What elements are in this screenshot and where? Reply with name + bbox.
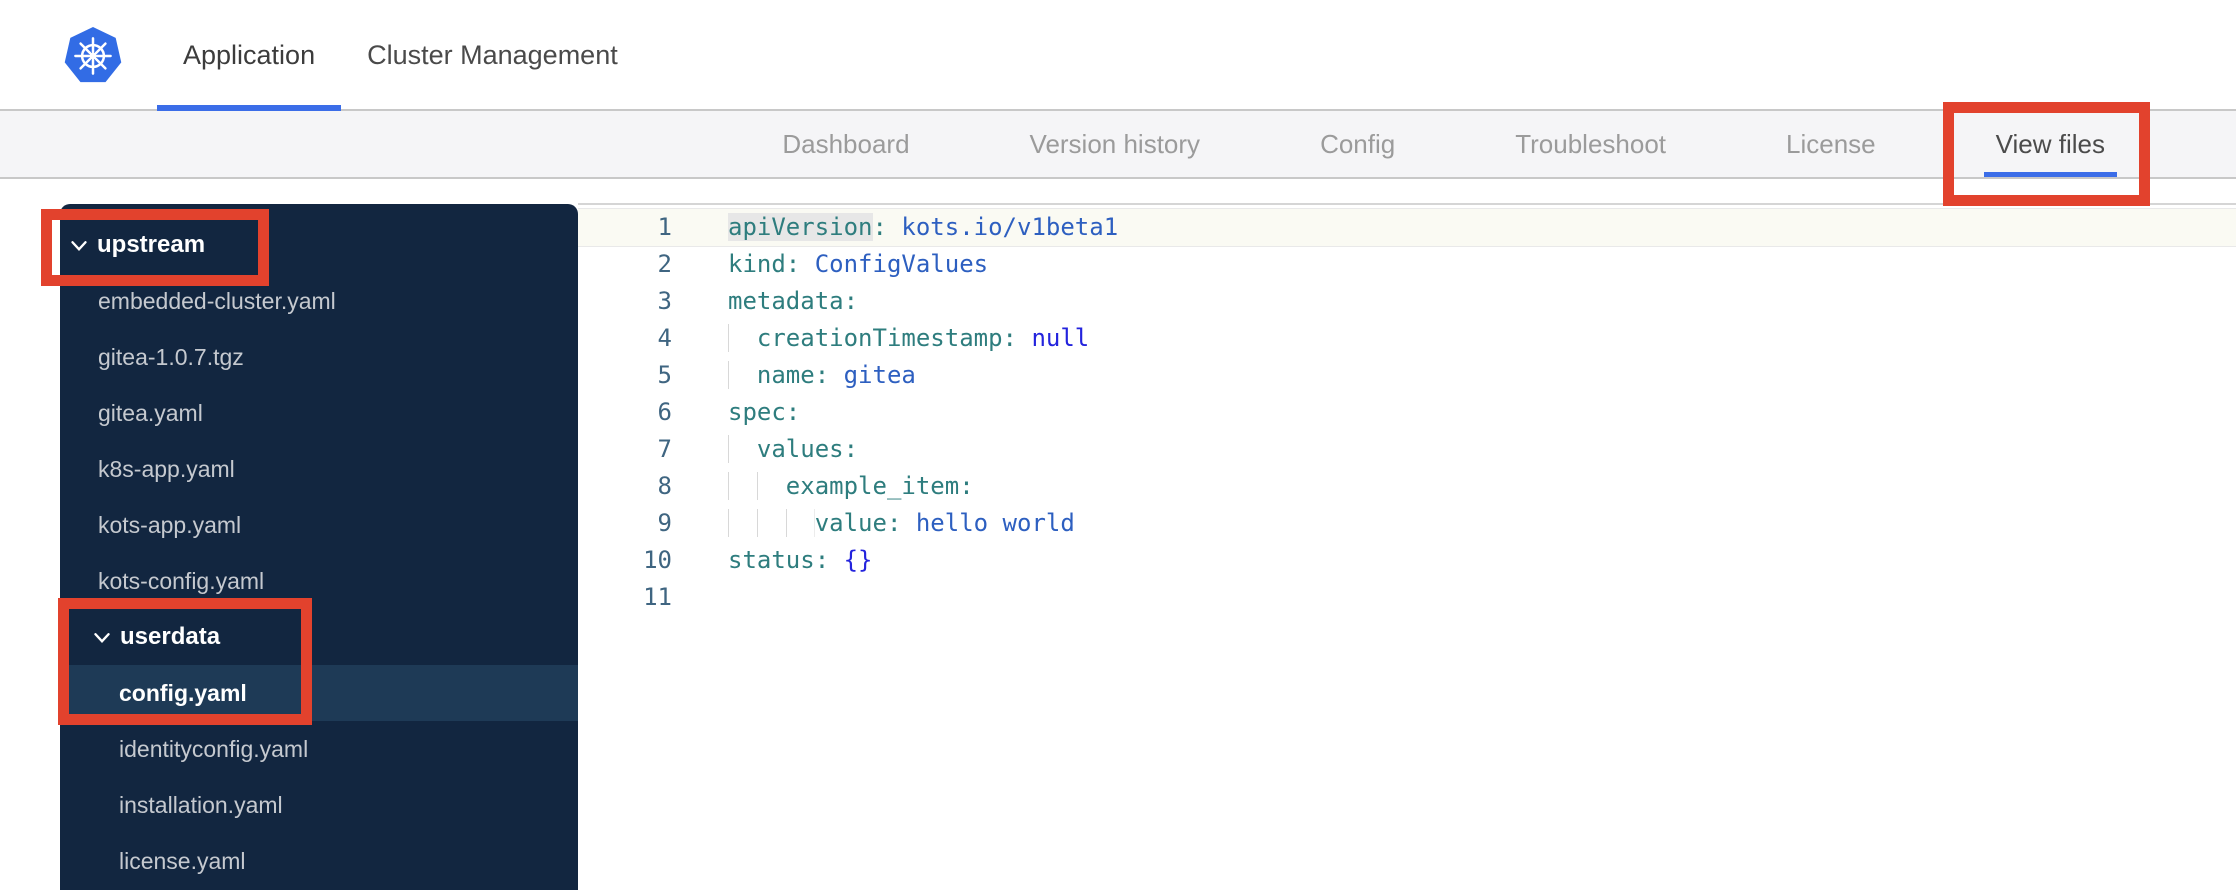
code-lines: 1 apiVersion: kots.io/v1beta1 2 kind: Confi…	[578, 209, 2236, 616]
code-line-text: status: {}	[728, 546, 873, 574]
tree-file-identityconfig.yaml[interactable]: identityconfig.yaml	[60, 721, 578, 777]
line-number: 2	[657, 250, 672, 278]
tab-application[interactable]: Application	[157, 0, 341, 111]
tree-file-gitea-1.0.7.tgz[interactable]: gitea-1.0.7.tgz	[60, 329, 578, 385]
tree-item-label: installation.yaml	[119, 791, 283, 818]
tree-item-label: gitea-1.0.7.tgz	[98, 343, 244, 370]
line-number: 7	[657, 435, 672, 463]
code-line-1: 1 apiVersion: kots.io/v1beta1	[578, 209, 2236, 246]
nav-config[interactable]: Config	[1308, 111, 1407, 177]
tree-item-label: upstream	[97, 231, 206, 258]
file-tree-sidebar: upstream embedded-cluster.yaml gitea-1.0.7…	[60, 204, 578, 890]
nav-view-files[interactable]: View files	[1984, 111, 2117, 177]
tree-file-kots-app.yaml[interactable]: kots-app.yaml	[60, 497, 578, 553]
tree-file-config.yaml[interactable]: config.yaml	[60, 665, 578, 721]
line-number: 1	[657, 213, 672, 241]
nav-dashboard-label: Dashboard	[782, 128, 910, 159]
code-line-9: 9 value: hello world	[578, 505, 2236, 542]
nav-troubleshoot[interactable]: Troubleshoot	[1503, 111, 1678, 177]
tree-item-label: kots-app.yaml	[98, 511, 242, 538]
app-header: Application Cluster Management	[0, 0, 2236, 111]
code-line-text: apiVersion: kots.io/v1beta1	[728, 213, 1119, 241]
tab-application-label: Application	[183, 40, 316, 70]
line-number: 9	[657, 509, 672, 537]
code-line-text: spec:	[728, 398, 801, 426]
tree-folder-upstream[interactable]: upstream	[60, 217, 578, 273]
tree-item-label: k8s-app.yaml	[98, 455, 235, 482]
tree-item-label: kots-config.yaml	[98, 567, 265, 594]
nav-troubleshoot-label: Troubleshoot	[1515, 128, 1667, 159]
code-line-7: 7 values:	[578, 431, 2236, 468]
tree-file-gitea.yaml[interactable]: gitea.yaml	[60, 385, 578, 441]
nav-version-history-label: Version history	[1029, 128, 1201, 159]
code-line-4: 4 creationTimestamp: null	[578, 320, 2236, 357]
code-line-text: values:	[728, 431, 858, 468]
file-tree: upstream embedded-cluster.yaml gitea-1.0.7…	[60, 204, 578, 889]
code-line-6: 6 spec:	[578, 394, 2236, 431]
code-line-2: 2 kind: ConfigValues	[578, 246, 2236, 283]
tree-item-label: gitea.yaml	[98, 399, 203, 426]
code-line-10: 10 status: {}	[578, 542, 2236, 579]
nav-config-label: Config	[1320, 128, 1396, 159]
tree-file-installation.yaml[interactable]: installation.yaml	[60, 777, 578, 833]
code-line-8: 8 example_item:	[578, 468, 2236, 505]
line-number: 11	[643, 583, 672, 611]
tree-file-k8s-app.yaml[interactable]: k8s-app.yaml	[60, 441, 578, 497]
tab-cluster-management[interactable]: Cluster Management	[341, 0, 644, 111]
tree-file-embedded-cluster.yaml[interactable]: embedded-cluster.yaml	[60, 273, 578, 329]
line-number: 5	[657, 361, 672, 389]
code-line-3: 3 metadata:	[578, 283, 2236, 320]
code-line-11: 11	[578, 579, 2236, 616]
code-line-text: metadata:	[728, 287, 859, 315]
code-line-text: kind: ConfigValues	[728, 250, 989, 278]
nav-view-files-label: View files	[1995, 128, 2105, 159]
nav-version-history[interactable]: Version history	[1018, 111, 1213, 177]
code-line-5: 5 name: gitea	[578, 357, 2236, 394]
kubernetes-logo-icon	[64, 27, 122, 85]
line-number: 6	[657, 398, 672, 426]
line-number: 8	[657, 472, 672, 500]
line-number: 10	[643, 546, 672, 574]
tree-item-label: license.yaml	[119, 847, 246, 874]
header-tabs: Application Cluster Management	[157, 0, 644, 111]
app-subnav: Dashboard Version history Config Trouble…	[0, 111, 2236, 179]
nav-license-label: License	[1786, 128, 1876, 159]
tab-cluster-management-label: Cluster Management	[367, 40, 618, 70]
yaml-editor[interactable]: 1 apiVersion: kots.io/v1beta1 2 kind: Confi…	[578, 203, 2236, 890]
code-line-text: name: gitea	[728, 357, 916, 394]
chevron-down-icon	[94, 632, 110, 643]
nav-dashboard[interactable]: Dashboard	[770, 111, 921, 177]
subnav-items: Dashboard Version history Config Trouble…	[770, 111, 2117, 177]
line-number: 3	[657, 287, 672, 315]
tree-item-label: config.yaml	[119, 679, 247, 706]
nav-license[interactable]: License	[1774, 111, 1888, 177]
chevron-down-icon	[71, 240, 87, 251]
tree-file-kots-config.yaml[interactable]: kots-config.yaml	[60, 553, 578, 609]
code-line-text: example_item:	[728, 468, 974, 505]
tree-item-label: identityconfig.yaml	[119, 735, 309, 762]
line-number: 4	[657, 324, 672, 352]
tree-item-label: embedded-cluster.yaml	[98, 287, 336, 314]
tree-file-license.yaml[interactable]: license.yaml	[60, 833, 578, 889]
tree-folder-userdata[interactable]: userdata	[60, 609, 578, 665]
tree-item-label: userdata	[120, 623, 221, 650]
kots-admin-console: Application Cluster Management Dashboard…	[0, 0, 2236, 890]
code-line-text: value: hello world	[728, 505, 1075, 542]
code-line-text: creationTimestamp: null	[728, 320, 1089, 357]
